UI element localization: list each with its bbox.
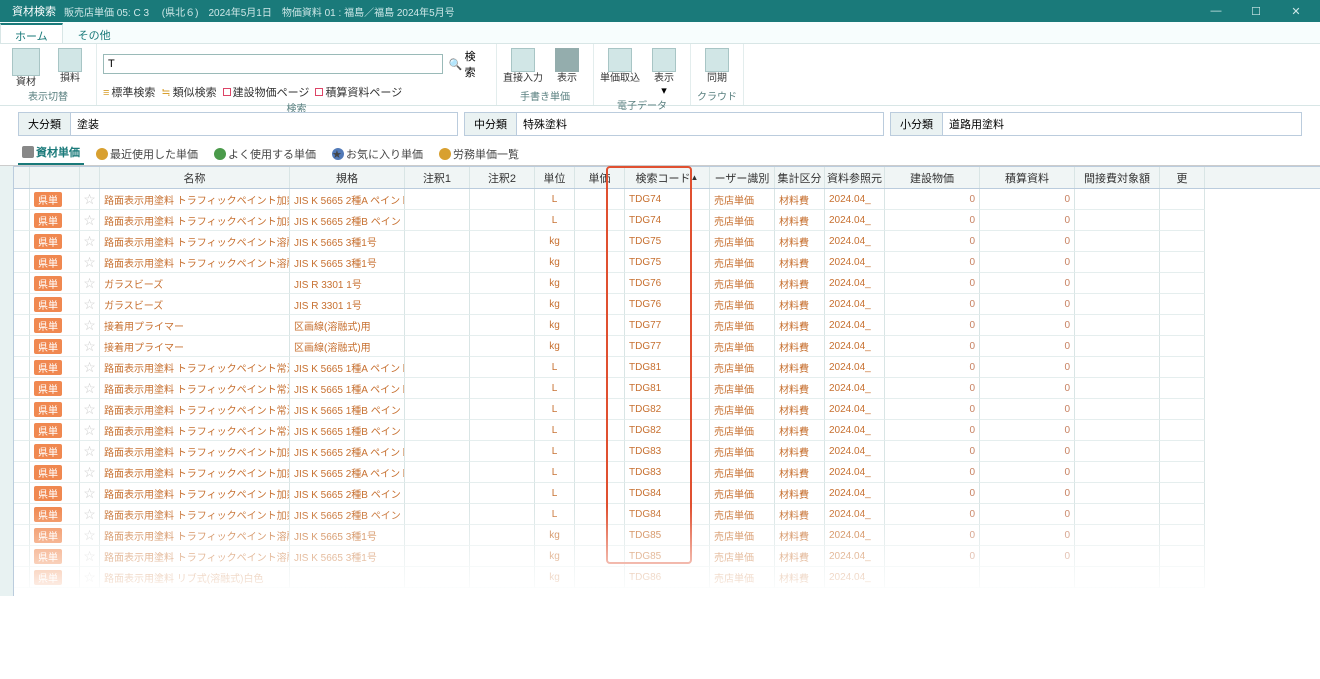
direct-input-button[interactable]: 直接入力 (503, 48, 543, 84)
col-header[interactable]: 更 (1160, 167, 1205, 188)
subtabs: 資材単価 最近使用した単価 よく使用する単価 ★お気に入り単価 労務単価一覧 (0, 142, 1320, 166)
minor-cat-value[interactable]: 道路用塗料 (943, 113, 1301, 135)
col-header[interactable]: 間接費対象額 (1075, 167, 1160, 188)
tab-other[interactable]: その他 (63, 23, 126, 43)
price-icon (22, 146, 34, 158)
col-header[interactable]: 単価 (575, 167, 625, 188)
display-button-1[interactable]: 表示 (547, 48, 587, 84)
table-row[interactable]: 県単☆路面表示用塗料 トラフィックペイント加熱型 黄色JIS K 5665 2種… (14, 441, 1320, 462)
grid-header: 名称規格注釈1注釈2単位単価検索コード ▲ーザー識別集計区分資料参照元建設物価積… (14, 166, 1320, 189)
minimize-icon[interactable]: ― (1196, 0, 1236, 22)
table-row[interactable]: 県単☆路面表示用塗料 トラフィックペイント加熱型 黄色JIS K 5665 2種… (14, 483, 1320, 504)
table-row[interactable]: 県単☆路面表示用塗料 トラフィックペイント溶融型 白色JIS K 5665 3種… (14, 231, 1320, 252)
col-header[interactable]: ーザー識別 (710, 167, 775, 188)
app-title: 資材検索 (4, 3, 64, 19)
category-filters: 大分類塗装 中分類特殊塗料 小分類道路用塗料 (0, 106, 1320, 142)
subtab-recent[interactable]: 最近使用した単価 (92, 143, 202, 165)
maximize-icon[interactable]: ☐ (1236, 0, 1276, 22)
ribbon: 資材 損料 表示切替 🔍検索 ≡標準検索 ≒類似検索 建設物価ページ 積算資料ペ… (0, 44, 1320, 106)
material-button[interactable]: 資材 (6, 48, 46, 88)
col-header[interactable]: 積算資料 (980, 167, 1075, 188)
subtab-labor[interactable]: 労務単価一覧 (435, 143, 523, 165)
table-row[interactable]: 県単☆路面表示用塗料 トラフィックペイント溶融型 黄色JIS K 5665 3種… (14, 546, 1320, 567)
search-button[interactable]: 🔍検索 (445, 48, 490, 80)
subtab-material-price[interactable]: 資材単価 (18, 141, 84, 165)
display-button-2[interactable]: 表示▾ (644, 48, 684, 97)
col-header[interactable]: 名称 (100, 167, 290, 188)
major-cat-value[interactable]: 塗装 (71, 113, 457, 135)
table-row[interactable]: 県単☆路面表示用塗料 トラフィックペイント加熱型 黄色JIS K 5665 2種… (14, 462, 1320, 483)
similar-search-link[interactable]: ≒類似検索 (161, 84, 216, 100)
table-row[interactable]: 県単☆接着用プライマー区画線(溶融式)用kgTDG77売店単価材料費2024.0… (14, 315, 1320, 336)
major-cat-label: 大分類 (19, 113, 71, 135)
estimate-page-link[interactable]: 積算資料ページ (315, 84, 402, 100)
subtab-frequent[interactable]: よく使用する単価 (210, 143, 320, 165)
mid-cat-label: 中分類 (465, 113, 517, 135)
table-row[interactable]: 県単☆ガラスビーズJIS R 3301 1号kgTDG76売店単価材料費2024… (14, 273, 1320, 294)
col-header[interactable]: 資料参照元 (825, 167, 885, 188)
minor-cat-label: 小分類 (891, 113, 943, 135)
col-header[interactable]: 検索コード ▲ (625, 167, 710, 188)
col-header[interactable] (80, 167, 100, 188)
col-header[interactable]: 注釈2 (470, 167, 535, 188)
table-row[interactable]: 県単☆ガラスビーズJIS R 3301 1号kgTDG76売店単価材料費2024… (14, 294, 1320, 315)
col-header[interactable]: 集計区分 (775, 167, 825, 188)
close-icon[interactable]: ✕ (1276, 0, 1316, 22)
table-row[interactable]: 県単☆接着用プライマー区画線(溶融式)用kgTDG77売店単価材料費2024.0… (14, 336, 1320, 357)
table-row[interactable]: 県単☆路面表示用塗料 トラフィックペイント加熱型 白色JIS K 5665 2種… (14, 189, 1320, 210)
col-header[interactable] (14, 167, 30, 188)
table-row[interactable]: 県単☆路面表示用塗料 トラフィックペイント溶融型 白色JIS K 5665 3種… (14, 252, 1320, 273)
standard-search-link[interactable]: ≡標準検索 (103, 84, 155, 100)
col-header[interactable]: 単位 (535, 167, 575, 188)
table-row[interactable]: 県単☆路面表示用塗料 リブ式(溶融式)白色kgTDG86売店単価材料費2024.… (14, 567, 1320, 588)
table-row[interactable]: 県単☆路面表示用塗料 トラフィックペイント溶融型 黄色JIS K 5665 3種… (14, 525, 1320, 546)
clock-icon (96, 148, 108, 160)
col-header[interactable] (30, 167, 80, 188)
construction-page-link[interactable]: 建設物価ページ (223, 84, 310, 100)
search-icon: 🔍 (449, 58, 463, 71)
search-input[interactable] (103, 54, 443, 74)
tab-home[interactable]: ホーム (0, 23, 63, 43)
import-price-button[interactable]: 単価取込 (600, 48, 640, 84)
table-row[interactable]: 県単☆路面表示用塗料 トラフィックペイント加熱型 黄色JIS K 5665 2種… (14, 504, 1320, 525)
person-icon (439, 148, 451, 160)
sync-button[interactable]: 同期 (697, 48, 737, 84)
mid-cat-value[interactable]: 特殊塗料 (517, 113, 883, 135)
app-subtitle: 販売店単価 05: C 3 (県北６) 2024年5月1日 物価資料 01 : … (64, 4, 1196, 19)
star-icon: ★ (332, 148, 344, 160)
data-grid: 名称規格注釈1注釈2単位単価検索コード ▲ーザー識別集計区分資料参照元建設物価積… (0, 166, 1320, 596)
loss-button[interactable]: 損料 (50, 48, 90, 84)
table-row[interactable]: 県単☆路面表示用塗料 トラフィックペイント常温型 黄色JIS K 5665 1種… (14, 378, 1320, 399)
table-row[interactable]: 県単☆路面表示用塗料 トラフィックペイント常温型 黄色JIS K 5665 1種… (14, 420, 1320, 441)
table-row[interactable]: 県単☆路面表示用塗料 トラフィックペイント加熱型 白色JIS K 5665 2種… (14, 210, 1320, 231)
col-header[interactable]: 規格 (290, 167, 405, 188)
subtab-favorite[interactable]: ★お気に入り単価 (328, 143, 427, 165)
row-selector-strip[interactable] (0, 166, 14, 596)
check-icon (214, 148, 226, 160)
ribbon-tabs: ホーム その他 (0, 22, 1320, 44)
titlebar: 資材検索 販売店単価 05: C 3 (県北６) 2024年5月1日 物価資料 … (0, 0, 1320, 22)
table-row[interactable]: 県単☆路面表示用塗料 トラフィックペイント常温型 黄色JIS K 5665 1種… (14, 357, 1320, 378)
col-header[interactable]: 注釈1 (405, 167, 470, 188)
table-row[interactable]: 県単☆路面表示用塗料 トラフィックペイント常温型 黄色JIS K 5665 1種… (14, 399, 1320, 420)
col-header[interactable]: 建設物価 (885, 167, 980, 188)
